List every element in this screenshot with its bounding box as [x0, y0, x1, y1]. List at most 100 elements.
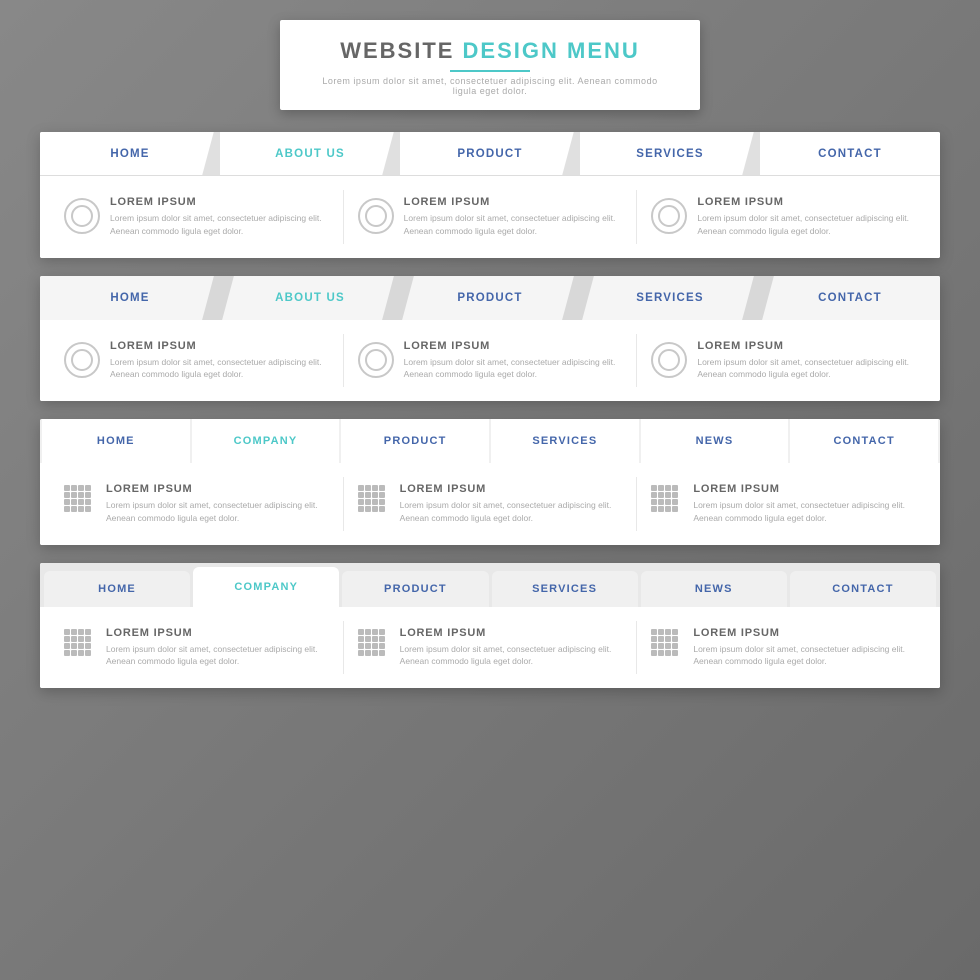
nav-item-contact-4[interactable]: CONTACT	[790, 571, 936, 607]
grid-icon	[64, 485, 96, 517]
content-text: LOREM IPSUM Lorem ipsum dolor sit amet, …	[404, 196, 616, 238]
grid-icon	[651, 629, 683, 661]
circle-icon	[651, 198, 687, 234]
menu-card-4: HOME COMPANY PRODUCT SERVICES NEWS CONTA…	[40, 563, 940, 689]
nav-item-about-1[interactable]: ABOUT US	[220, 132, 400, 175]
circle-inner	[658, 205, 680, 227]
content-text: LOREM IPSUM Lorem ipsum dolor sit amet, …	[400, 627, 612, 669]
col-text: Lorem ipsum dolor sit amet, consectetuer…	[106, 643, 318, 669]
col-text: Lorem ipsum dolor sit amet, consectetuer…	[697, 212, 909, 238]
menu-card-3: HOME COMPANY PRODUCT SERVICES NEWS CONTA…	[40, 419, 940, 545]
nav-bar-1: HOME ABOUT US PRODUCT SERVICES CONTACT	[40, 132, 940, 176]
nav-item-services-3[interactable]: SERVICES	[491, 419, 639, 463]
col-title: LOREM IPSUM	[110, 340, 322, 352]
circle-icon	[64, 342, 100, 378]
nav-bar-4: HOME COMPANY PRODUCT SERVICES NEWS CONTA…	[40, 563, 940, 607]
circle-inner	[365, 349, 387, 371]
col-text: Lorem ipsum dolor sit amet, consectetuer…	[106, 499, 318, 525]
circle-icon	[651, 342, 687, 378]
content-col-4-2: LOREM IPSUM Lorem ipsum dolor sit amet, …	[344, 621, 638, 675]
menu-content-2: LOREM IPSUM Lorem ipsum dolor sit amet, …	[40, 320, 940, 402]
circle-icon	[64, 198, 100, 234]
header-subtitle: Lorem ipsum dolor sit amet, consectetuer…	[310, 76, 670, 96]
col-text: Lorem ipsum dolor sit amet, consectetuer…	[110, 356, 322, 382]
nav-item-news-3[interactable]: NEWS	[641, 419, 789, 463]
col-title: LOREM IPSUM	[693, 627, 905, 639]
col-text: Lorem ipsum dolor sit amet, consectetuer…	[693, 643, 905, 669]
col-title: LOREM IPSUM	[106, 483, 318, 495]
grid-icon	[358, 629, 390, 661]
nav-item-home-4[interactable]: HOME	[44, 571, 190, 607]
grid-icon	[651, 485, 683, 517]
content-text: LOREM IPSUM Lorem ipsum dolor sit amet, …	[693, 627, 905, 669]
content-col-1-2: LOREM IPSUM Lorem ipsum dolor sit amet, …	[344, 190, 638, 244]
nav-item-home-1[interactable]: HOME	[40, 132, 220, 175]
circle-inner	[658, 349, 680, 371]
col-title: LOREM IPSUM	[404, 340, 616, 352]
content-col-3-1: LOREM IPSUM Lorem ipsum dolor sit amet, …	[50, 477, 344, 531]
content-col-2-1: LOREM IPSUM Lorem ipsum dolor sit amet, …	[50, 334, 344, 388]
nav-item-contact-2[interactable]: CONTACT	[760, 276, 940, 320]
col-text: Lorem ipsum dolor sit amet, consectetuer…	[404, 212, 616, 238]
grid-icon	[64, 629, 96, 661]
nav-item-about-2[interactable]: ABOUT US	[220, 276, 400, 320]
nav-item-product-1[interactable]: PRODUCT	[400, 132, 580, 175]
nav-item-contact-1[interactable]: CONTACT	[760, 132, 940, 175]
menu-content-1: LOREM IPSUM Lorem ipsum dolor sit amet, …	[40, 176, 940, 258]
content-col-4-3: LOREM IPSUM Lorem ipsum dolor sit amet, …	[637, 621, 930, 675]
grid-icon	[358, 485, 390, 517]
title-highlight: DESIGN MENU	[463, 38, 640, 63]
header-card: WEBSITE DESIGN MENU Lorem ipsum dolor si…	[280, 20, 700, 110]
nav-item-product-4[interactable]: PRODUCT	[342, 571, 488, 607]
content-col-4-1: LOREM IPSUM Lorem ipsum dolor sit amet, …	[50, 621, 344, 675]
content-col-1-1: LOREM IPSUM Lorem ipsum dolor sit amet, …	[50, 190, 344, 244]
circle-inner	[71, 349, 93, 371]
col-title: LOREM IPSUM	[693, 483, 905, 495]
content-text: LOREM IPSUM Lorem ipsum dolor sit amet, …	[110, 340, 322, 382]
menu-content-3: LOREM IPSUM Lorem ipsum dolor sit amet, …	[40, 463, 940, 545]
header-title: WEBSITE DESIGN MENU	[310, 38, 670, 64]
content-col-2-3: LOREM IPSUM Lorem ipsum dolor sit amet, …	[637, 334, 930, 388]
col-title: LOREM IPSUM	[400, 483, 612, 495]
content-col-2-2: LOREM IPSUM Lorem ipsum dolor sit amet, …	[344, 334, 638, 388]
nav-item-services-4[interactable]: SERVICES	[492, 571, 638, 607]
content-text: LOREM IPSUM Lorem ipsum dolor sit amet, …	[106, 483, 318, 525]
nav-item-news-4[interactable]: NEWS	[641, 571, 787, 607]
nav-item-home-3[interactable]: HOME	[42, 419, 190, 463]
content-col-3-2: LOREM IPSUM Lorem ipsum dolor sit amet, …	[344, 477, 638, 531]
content-col-1-3: LOREM IPSUM Lorem ipsum dolor sit amet, …	[637, 190, 930, 244]
circle-inner	[71, 205, 93, 227]
menu-content-4: LOREM IPSUM Lorem ipsum dolor sit amet, …	[40, 607, 940, 689]
col-text: Lorem ipsum dolor sit amet, consectetuer…	[693, 499, 905, 525]
col-text: Lorem ipsum dolor sit amet, consectetuer…	[400, 643, 612, 669]
col-text: Lorem ipsum dolor sit amet, consectetuer…	[404, 356, 616, 382]
menu-card-2: HOME ABOUT US PRODUCT SERVICES CONTACT L…	[40, 276, 940, 402]
content-text: LOREM IPSUM Lorem ipsum dolor sit amet, …	[697, 340, 909, 382]
col-title: LOREM IPSUM	[697, 340, 909, 352]
nav-item-company-3[interactable]: COMPANY	[192, 419, 340, 463]
header-underline	[450, 70, 530, 72]
nav-item-services-1[interactable]: SERVICES	[580, 132, 760, 175]
title-normal: WEBSITE	[340, 38, 462, 63]
col-title: LOREM IPSUM	[697, 196, 909, 208]
col-text: Lorem ipsum dolor sit amet, consectetuer…	[400, 499, 612, 525]
content-text: LOREM IPSUM Lorem ipsum dolor sit amet, …	[404, 340, 616, 382]
nav-bar-3: HOME COMPANY PRODUCT SERVICES NEWS CONTA…	[40, 419, 940, 463]
nav-item-company-4[interactable]: COMPANY	[193, 567, 339, 607]
nav-item-contact-3[interactable]: CONTACT	[790, 419, 938, 463]
nav-bar-2: HOME ABOUT US PRODUCT SERVICES CONTACT	[40, 276, 940, 320]
col-title: LOREM IPSUM	[106, 627, 318, 639]
content-text: LOREM IPSUM Lorem ipsum dolor sit amet, …	[400, 483, 612, 525]
col-text: Lorem ipsum dolor sit amet, consectetuer…	[110, 212, 322, 238]
col-title: LOREM IPSUM	[110, 196, 322, 208]
nav-item-product-2[interactable]: PRODUCT	[400, 276, 580, 320]
content-text: LOREM IPSUM Lorem ipsum dolor sit amet, …	[697, 196, 909, 238]
nav-item-home-2[interactable]: HOME	[40, 276, 220, 320]
circle-icon	[358, 342, 394, 378]
content-text: LOREM IPSUM Lorem ipsum dolor sit amet, …	[110, 196, 322, 238]
nav-item-product-3[interactable]: PRODUCT	[341, 419, 489, 463]
nav-item-services-2[interactable]: SERVICES	[580, 276, 760, 320]
content-col-3-3: LOREM IPSUM Lorem ipsum dolor sit amet, …	[637, 477, 930, 531]
circle-inner	[365, 205, 387, 227]
content-text: LOREM IPSUM Lorem ipsum dolor sit amet, …	[693, 483, 905, 525]
